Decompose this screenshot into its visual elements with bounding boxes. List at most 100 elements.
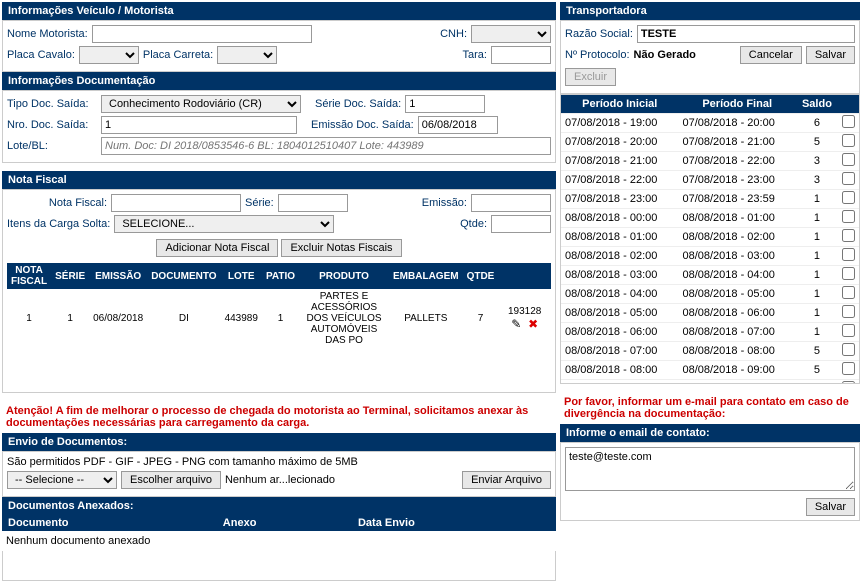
input-nro-doc[interactable] [101, 116, 297, 134]
schedule-checkbox[interactable] [842, 267, 855, 280]
schedule-checkbox[interactable] [842, 305, 855, 318]
vehicle-header: Informações Veículo / Motorista [2, 2, 556, 20]
select-file-type[interactable]: -- Selecione -- [7, 471, 117, 489]
nf-body: Nota Fiscal: Série: Emissão: Itens da Ca… [2, 189, 556, 393]
schedule-table: Período Inicial Período Final Saldo 07/0… [561, 95, 859, 384]
input-tara[interactable] [491, 46, 551, 64]
schedule-row: 08/08/2018 - 02:0008/08/2018 - 03:001 [561, 247, 859, 266]
schedule-row: 08/08/2018 - 06:0008/08/2018 - 07:001 [561, 323, 859, 342]
input-nome-motorista[interactable] [92, 25, 312, 43]
label-serie: Série: [245, 197, 274, 209]
nf-table-row: 1 1 06/08/2018 DI 443989 1 PARTES E ACES… [7, 289, 551, 348]
schedule-row: 08/08/2018 - 00:0008/08/2018 - 01:001 [561, 209, 859, 228]
select-cnh[interactable] [471, 25, 551, 43]
schedule-row: 07/08/2018 - 23:0007/08/2018 - 23:591 [561, 190, 859, 209]
col-anexo: Anexo [217, 515, 352, 531]
schedule-scroll[interactable]: Período Inicial Período Final Saldo 07/0… [560, 94, 860, 384]
input-serie-doc[interactable] [405, 95, 485, 113]
label-emissao-doc: Emissão Doc. Saída: [311, 119, 414, 131]
schedule-checkbox[interactable] [842, 210, 855, 223]
schedule-checkbox[interactable] [842, 191, 855, 204]
send-file-button[interactable]: Enviar Arquivo [462, 471, 551, 489]
docs-body: Tipo Doc. Saída: Conhecimento Rodoviário… [2, 90, 556, 163]
file-chosen-text: Nenhum ar...lecionado [225, 474, 335, 486]
schedule-row: 08/08/2018 - 03:0008/08/2018 - 04:001 [561, 266, 859, 285]
schedule-checkbox[interactable] [842, 172, 855, 185]
email-header: Informe o email de contato: [560, 424, 860, 442]
label-nota-fiscal: Nota Fiscal: [7, 197, 107, 209]
schedule-row: 07/08/2018 - 22:0007/08/2018 - 23:003 [561, 171, 859, 190]
col-data-envio: Data Envio [352, 515, 556, 531]
attached-table: Documento Anexo Data Envio Nenhum docume… [2, 515, 556, 551]
choose-file-button[interactable]: Escolher arquivo [121, 471, 221, 489]
delete-icon[interactable]: ✖ [526, 317, 540, 331]
label-placa-cavalo: Placa Cavalo: [7, 49, 75, 61]
schedule-row: 07/08/2018 - 21:0007/08/2018 - 22:003 [561, 152, 859, 171]
label-nome-motorista: Nome Motorista: [7, 28, 88, 40]
no-docs-text: Nenhum documento anexado [2, 531, 556, 551]
input-razao-social[interactable] [637, 25, 855, 43]
label-lote-bl: Lote/BL: [7, 140, 97, 152]
schedule-row: 08/08/2018 - 04:0008/08/2018 - 05:001 [561, 285, 859, 304]
input-emissao[interactable] [471, 194, 551, 212]
schedule-row: 08/08/2018 - 05:0008/08/2018 - 06:001 [561, 304, 859, 323]
upload-hint: São permitidos PDF - GIF - JPEG - PNG co… [7, 456, 551, 468]
upload-header: Envio de Documentos: [2, 433, 556, 451]
label-tara: Tara: [463, 49, 487, 61]
upload-body: São permitidos PDF - GIF - JPEG - PNG co… [2, 451, 556, 497]
schedule-checkbox[interactable] [842, 229, 855, 242]
label-placa-carreta: Placa Carreta: [143, 49, 213, 61]
schedule-checkbox[interactable] [842, 343, 855, 356]
nf-table: NOTA FISCAL SÉRIE EMISSÃO DOCUMENTO LOTE… [7, 263, 551, 348]
input-qtde[interactable] [491, 215, 551, 233]
col-documento: Documento [2, 515, 217, 531]
attached-header: Documentos Anexados: [2, 497, 556, 515]
label-qtde: Qtde: [460, 218, 487, 230]
schedule-checkbox[interactable] [842, 286, 855, 299]
label-tipo-doc: Tipo Doc. Saída: [7, 98, 97, 110]
input-emissao-doc[interactable] [418, 116, 498, 134]
schedule-row: 07/08/2018 - 20:0007/08/2018 - 21:005 [561, 133, 859, 152]
nf-table-header: NOTA FISCAL SÉRIE EMISSÃO DOCUMENTO LOTE… [7, 263, 551, 289]
save-button[interactable]: Salvar [806, 46, 855, 64]
del-nf-button[interactable]: Excluir Notas Fiscais [281, 239, 401, 257]
warning-left: Atenção! A fim de melhorar o processo de… [2, 401, 556, 433]
label-serie-doc: Série Doc. Saída: [315, 98, 401, 110]
input-serie[interactable] [278, 194, 348, 212]
protocolo-value: Não Gerado [634, 49, 696, 61]
vehicle-body: Nome Motorista: CNH: Placa Cavalo: Placa… [2, 20, 556, 72]
select-placa-carreta[interactable] [217, 46, 277, 64]
save-email-button[interactable]: Salvar [806, 498, 855, 516]
nf-row-extra: 193128 [508, 306, 541, 317]
schedule-checkbox[interactable] [842, 153, 855, 166]
select-itens-carga[interactable]: SELECIONE... [114, 215, 334, 233]
cancel-button[interactable]: Cancelar [740, 46, 802, 64]
carrier-header: Transportadora [560, 2, 860, 20]
schedule-row: 08/08/2018 - 08:0008/08/2018 - 09:005 [561, 361, 859, 380]
warning-right: Por favor, informar um e-mail para conta… [560, 392, 860, 424]
label-emissao: Emissão: [422, 197, 467, 209]
label-razao-social: Razão Social: [565, 28, 633, 40]
schedule-checkbox[interactable] [842, 324, 855, 337]
label-itens-carga: Itens da Carga Solta: [7, 218, 110, 230]
schedule-checkbox[interactable] [842, 134, 855, 147]
add-nf-button[interactable]: Adicionar Nota Fiscal [156, 239, 278, 257]
schedule-checkbox[interactable] [842, 115, 855, 128]
nf-header: Nota Fiscal [2, 171, 556, 189]
select-tipo-doc[interactable]: Conhecimento Rodoviário (CR) [101, 95, 301, 113]
schedule-row: 07/08/2018 - 19:0007/08/2018 - 20:006 [561, 114, 859, 133]
docs-header: Informações Documentação [2, 72, 556, 90]
carrier-body: Razão Social: Nº Protocolo: Não Gerado C… [560, 20, 860, 94]
label-protocolo: Nº Protocolo: [565, 49, 630, 61]
input-lote-bl[interactable] [101, 137, 551, 155]
edit-icon[interactable]: ✎ [509, 317, 523, 331]
delete-button[interactable]: Excluir [565, 68, 616, 86]
schedule-row: 08/08/2018 - 01:0008/08/2018 - 02:001 [561, 228, 859, 247]
select-placa-cavalo[interactable] [79, 46, 139, 64]
email-textarea[interactable]: teste@teste.com [565, 447, 855, 491]
schedule-checkbox[interactable] [842, 248, 855, 261]
schedule-checkbox[interactable] [842, 362, 855, 375]
label-nro-doc: Nro. Doc. Saída: [7, 119, 97, 131]
input-nota-fiscal[interactable] [111, 194, 241, 212]
email-body: teste@teste.com Salvar [560, 442, 860, 521]
